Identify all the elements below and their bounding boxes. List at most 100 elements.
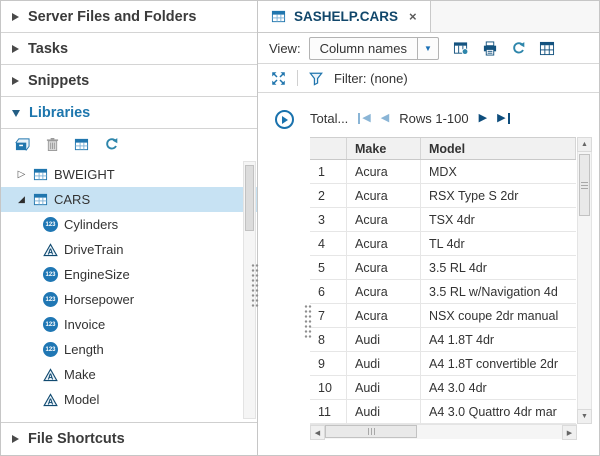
rows-range-label: Rows 1-100	[399, 111, 468, 126]
cell-model: A4 1.8T 4dr	[421, 328, 576, 351]
character-column-icon: A	[43, 393, 58, 407]
numeric-column-icon: 123	[43, 217, 58, 232]
column-label: Model	[64, 392, 99, 407]
table-row[interactable]: 8 Audi A4 1.8T 4dr	[310, 328, 576, 352]
maximize-view-icon[interactable]	[271, 71, 286, 86]
first-page-icon[interactable]: ◀	[358, 113, 370, 124]
cell-make: Acura	[347, 256, 421, 279]
scrollbar-thumb[interactable]	[325, 425, 417, 438]
thumb-grip	[368, 428, 375, 435]
new-library-icon[interactable]	[14, 137, 31, 152]
expand-icon[interactable]: ▷	[16, 169, 27, 180]
column-label: Length	[64, 342, 104, 357]
table-icon	[271, 9, 286, 24]
goto-column-icon[interactable]	[453, 41, 469, 56]
tree-column-enginesize[interactable]: 123 EngineSize	[1, 262, 257, 287]
filter-icon[interactable]	[309, 71, 323, 86]
scroll-left-icon[interactable]: ◀	[310, 425, 325, 440]
row-number-header	[310, 138, 347, 159]
panel-splitter-handle[interactable]	[251, 263, 259, 307]
section-libraries[interactable]: Libraries	[1, 97, 257, 129]
column-label: Invoice	[64, 317, 105, 332]
assign-library-icon[interactable]	[74, 137, 89, 152]
cell-model: A4 3.0 Quattro 4dr mar	[421, 400, 576, 423]
previous-page-icon[interactable]: ◀	[381, 113, 389, 124]
character-column-icon: A	[43, 368, 58, 382]
filter-row: Filter: (none)	[258, 64, 599, 93]
table-content: Total... ◀ ◀ Rows 1-100 ▶ ▶ Make Model	[258, 93, 599, 455]
table-icon	[33, 192, 48, 207]
cell-model: 3.5 RL w/Navigation 4d	[421, 280, 576, 303]
row-number: 7	[310, 304, 347, 327]
table-header-row: Make Model	[310, 137, 576, 160]
cell-model: TL 4dr	[421, 232, 576, 255]
table-vertical-scrollbar[interactable]: ▲ ▼	[577, 137, 592, 424]
table-row[interactable]: 2 Acura RSX Type S 2dr	[310, 184, 576, 208]
section-server-files[interactable]: Server Files and Folders	[1, 1, 257, 33]
filter-status-label: Filter: (none)	[334, 71, 408, 86]
expand-columns-panel-button[interactable]	[275, 110, 294, 129]
column-header-model[interactable]: Model	[421, 138, 576, 159]
tab-sashelp-cars[interactable]: SASHELP.CARS ×	[258, 1, 431, 32]
toolbar-icon-group	[453, 41, 555, 56]
scroll-up-icon[interactable]: ▲	[577, 137, 592, 152]
chevron-right-icon	[12, 435, 19, 443]
numeric-column-icon: 123	[43, 292, 58, 307]
tree-item-label: CARS	[54, 192, 90, 207]
tree-column-model[interactable]: A Model	[1, 387, 257, 412]
table-row[interactable]: 9 Audi A4 1.8T convertible 2dr	[310, 352, 576, 376]
chevron-right-icon	[12, 45, 19, 53]
row-number: 2	[310, 184, 347, 207]
refresh-icon[interactable]	[104, 137, 119, 152]
table-row[interactable]: 1 Acura MDX	[310, 160, 576, 184]
table-row[interactable]: 6 Acura 3.5 RL w/Navigation 4d	[310, 280, 576, 304]
numeric-column-icon: 123	[43, 317, 58, 332]
tree-item-bweight[interactable]: ▷ BWEIGHT	[1, 162, 257, 187]
row-number: 5	[310, 256, 347, 279]
print-icon[interactable]	[482, 41, 498, 56]
table-row[interactable]: 7 Acura NSX coupe 2dr manual	[310, 304, 576, 328]
cell-make: Audi	[347, 328, 421, 351]
last-page-icon[interactable]: ▶	[497, 113, 509, 124]
tree-column-length[interactable]: 123 Length	[1, 337, 257, 362]
tree-column-make[interactable]: A Make	[1, 362, 257, 387]
tree-column-horsepower[interactable]: 123 Horsepower	[1, 287, 257, 312]
character-column-icon: A	[43, 243, 58, 257]
manage-columns-icon[interactable]	[539, 41, 555, 56]
tree-column-drivetrain[interactable]: A DriveTrain	[1, 237, 257, 262]
refresh-icon[interactable]	[511, 41, 526, 56]
scroll-down-icon[interactable]: ▼	[577, 409, 592, 424]
cell-model: 3.5 RL 4dr	[421, 256, 576, 279]
svg-text:A: A	[48, 247, 54, 256]
tree-column-cylinders[interactable]: 123 Cylinders	[1, 212, 257, 237]
svg-text:A: A	[48, 372, 54, 381]
chevron-right-icon	[282, 116, 288, 124]
table-row[interactable]: 4 Acura TL 4dr	[310, 232, 576, 256]
column-header-make[interactable]: Make	[347, 138, 421, 159]
table-row[interactable]: 3 Acura TSX 4dr	[310, 208, 576, 232]
section-snippets[interactable]: Snippets	[1, 65, 257, 97]
scrollbar-track[interactable]	[577, 152, 592, 409]
rows-area: Make Model 1 Acura MDX 2 Acura RSX Type …	[310, 137, 576, 424]
tree-column-invoice[interactable]: 123 Invoice	[1, 312, 257, 337]
navigation-pane: Server Files and Folders Tasks Snippets …	[1, 1, 258, 455]
section-file-shortcuts[interactable]: File Shortcuts	[1, 422, 257, 455]
table-row[interactable]: 5 Acura 3.5 RL 4dr	[310, 256, 576, 280]
next-page-icon[interactable]: ▶	[479, 113, 487, 124]
section-tasks[interactable]: Tasks	[1, 33, 257, 65]
cell-make: Acura	[347, 304, 421, 327]
table-row[interactable]: 11 Audi A4 3.0 Quattro 4dr mar	[310, 400, 576, 424]
scroll-right-icon[interactable]: ▶	[562, 425, 577, 440]
columns-panel-splitter-handle[interactable]	[304, 304, 312, 340]
delete-library-icon[interactable]	[46, 137, 59, 152]
scrollbar-thumb[interactable]	[245, 165, 254, 231]
close-icon[interactable]: ×	[409, 9, 417, 24]
table-row[interactable]: 10 Audi A4 3.0 4dr	[310, 376, 576, 400]
collapse-icon[interactable]: ◢	[16, 194, 27, 205]
cell-make: Acura	[347, 208, 421, 231]
tree-item-cars[interactable]: ◢ CARS	[1, 187, 257, 212]
scrollbar-thumb[interactable]	[579, 154, 590, 216]
table-horizontal-scrollbar[interactable]: ◀ ▶	[310, 424, 577, 439]
view-dropdown[interactable]: Column names ▼	[309, 37, 439, 60]
cell-make: Audi	[347, 400, 421, 423]
